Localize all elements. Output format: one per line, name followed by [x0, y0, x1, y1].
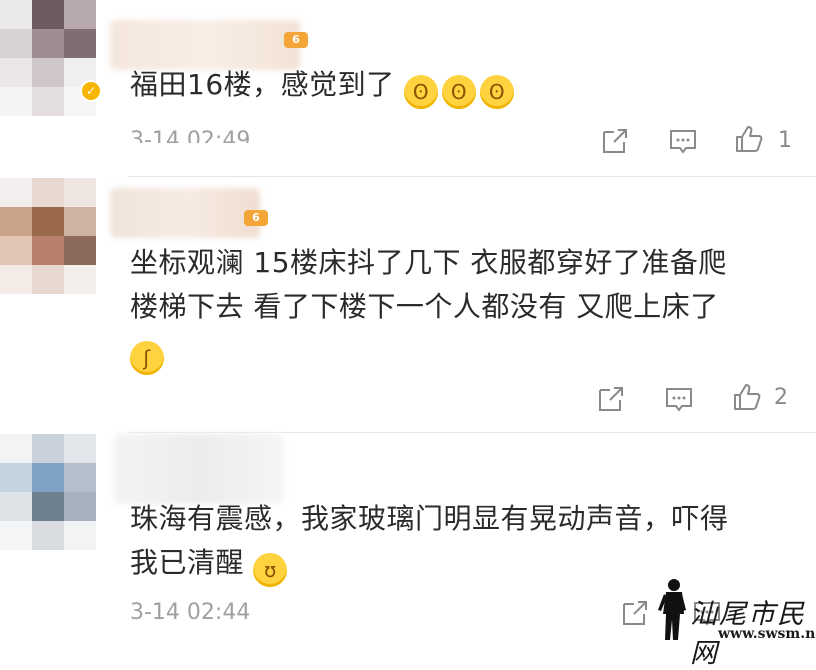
comment-icon[interactable] — [664, 384, 694, 414]
level-badge: 6 — [244, 210, 268, 226]
comment-text: 坐标观澜 15楼床抖了几下 衣服都穿好了准备爬 楼梯下去 看了下楼下一个人都没有… — [130, 242, 790, 375]
comment-1: ✓ 6 福田16楼，感觉到了 ʘʘʘ 3-14 02:49 1 — [0, 0, 816, 178]
blurred-username[interactable] — [114, 434, 284, 504]
like-count: 1 — [778, 128, 792, 153]
like-thumb-icon[interactable] — [734, 124, 764, 154]
like-count: 2 — [774, 385, 788, 410]
share-icon[interactable] — [600, 126, 630, 156]
comment-icon[interactable] — [668, 126, 698, 156]
avatar[interactable] — [0, 0, 96, 116]
divider — [128, 176, 816, 177]
ok-hand-face-emoji: ʘ — [442, 75, 477, 109]
watermark-url: www.swsm.net — [718, 626, 816, 642]
comment-time: 3-14 02:49 — [130, 128, 251, 153]
comment-time: 3-14 02:44 — [130, 600, 251, 625]
comment-text: 福田16楼，感觉到了 ʘʘʘ — [130, 64, 790, 109]
share-icon[interactable] — [596, 384, 626, 414]
blurred-username[interactable] — [110, 188, 260, 238]
avatar[interactable] — [0, 178, 96, 294]
avatar[interactable] — [0, 434, 96, 550]
divider — [128, 432, 816, 433]
ok-hand-face-emoji: ʘ — [480, 75, 515, 109]
share-icon[interactable] — [620, 598, 650, 628]
shush-face-emoji: ʃ — [130, 341, 164, 375]
level-badge: 6 — [284, 32, 308, 48]
ok-hand-face-emoji: ʘ — [404, 75, 439, 109]
blurred-username[interactable] — [110, 20, 300, 70]
verified-badge-icon: ✓ — [80, 80, 102, 102]
watermark-figure-icon — [652, 578, 692, 642]
like-thumb-icon[interactable] — [732, 382, 762, 412]
comment-text: 珠海有震感，我家玻璃门明显有晃动声音，吓得 我已清醒 ʊ — [130, 498, 790, 587]
laugh-cry-emoji: ʊ — [253, 553, 288, 587]
comment-2: 6 坐标观澜 15楼床抖了几下 衣服都穿好了准备爬 楼梯下去 看了下楼下一个人都… — [0, 178, 816, 434]
